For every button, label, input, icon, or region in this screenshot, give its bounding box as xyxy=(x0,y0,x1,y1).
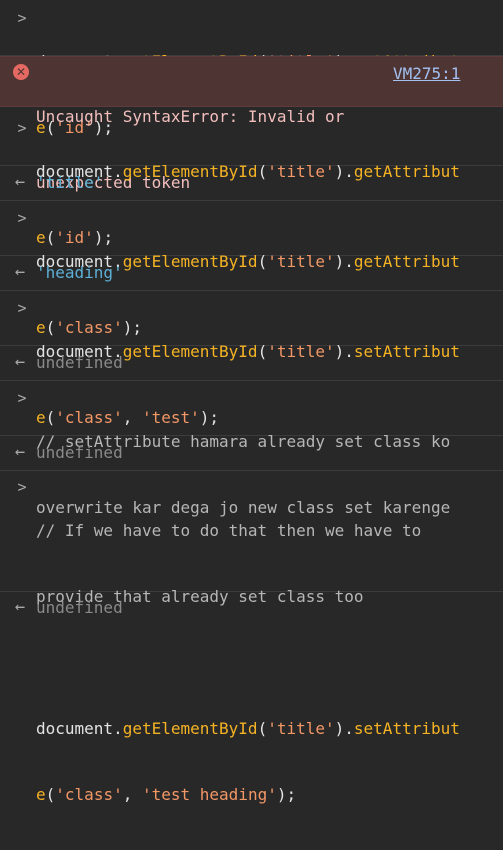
code-token: , xyxy=(122,785,142,804)
input-prompt-icon: > xyxy=(17,9,27,27)
console-output-value: undefined xyxy=(36,443,123,462)
code-token: getElementById xyxy=(122,719,258,738)
input-prompt-icon: > xyxy=(17,389,27,407)
console-input-entry[interactable]: > // If we have to do that then we have … xyxy=(0,471,503,804)
code-token: 'title' xyxy=(267,719,335,738)
code-token: setAttribut xyxy=(353,719,460,738)
code-token: 'class' xyxy=(55,785,123,804)
code-token: ( xyxy=(45,785,56,804)
code-token: . xyxy=(113,719,123,738)
input-prompt-icon: > xyxy=(17,299,27,317)
console-output-value[interactable]: 'heading' xyxy=(36,262,476,284)
output-return-icon: ← xyxy=(14,262,26,282)
console-output-entry: ← undefined xyxy=(0,436,503,471)
code-token: document xyxy=(36,719,114,738)
console-input-entry[interactable]: > document.getElementById('title').getAt… xyxy=(0,108,503,247)
output-return-icon: ← xyxy=(14,172,26,192)
console-output-value[interactable]: 'title' xyxy=(36,172,476,194)
console-output-entry: ← 'title' xyxy=(0,166,503,201)
output-return-icon: ← xyxy=(14,352,26,372)
comment-line: // If we have to do that then we have to xyxy=(36,521,422,540)
input-prompt-icon: > xyxy=(17,119,27,137)
console-input-entry[interactable]: > // setAttribute hamara already set cla… xyxy=(0,381,503,517)
console-input-entry[interactable]: > document.getElementById('title').getAt… xyxy=(0,201,503,337)
code-token: ); xyxy=(276,785,297,804)
code-token: e xyxy=(36,785,46,804)
input-prompt-icon: > xyxy=(17,478,27,496)
input-prompt-icon: > xyxy=(17,209,27,227)
code-token: ). xyxy=(334,719,354,738)
error-circle-icon: ✕ xyxy=(13,64,29,80)
console-input-text[interactable]: // If we have to do that then we have to… xyxy=(36,476,476,850)
devtools-console: > document.getElementById('title').getAt… xyxy=(0,0,503,804)
error-source-link[interactable]: VM275:1 xyxy=(393,63,460,85)
code-token: 'test heading' xyxy=(141,785,277,804)
console-input-entry[interactable]: > document.getElementById('title').setAt… xyxy=(0,291,503,427)
console-output-entry: ← undefined xyxy=(0,592,503,622)
console-output-value: undefined xyxy=(36,598,123,617)
code-token: ( xyxy=(257,719,268,738)
output-return-icon: ← xyxy=(14,597,26,617)
console-output-value: undefined xyxy=(36,353,123,372)
output-return-icon: ← xyxy=(14,442,26,462)
console-output-entry: ← 'heading' xyxy=(0,256,503,291)
console-input-entry[interactable]: > document.getElementById('title').getAt… xyxy=(0,0,503,137)
console-output-entry: ← undefined xyxy=(0,346,503,381)
